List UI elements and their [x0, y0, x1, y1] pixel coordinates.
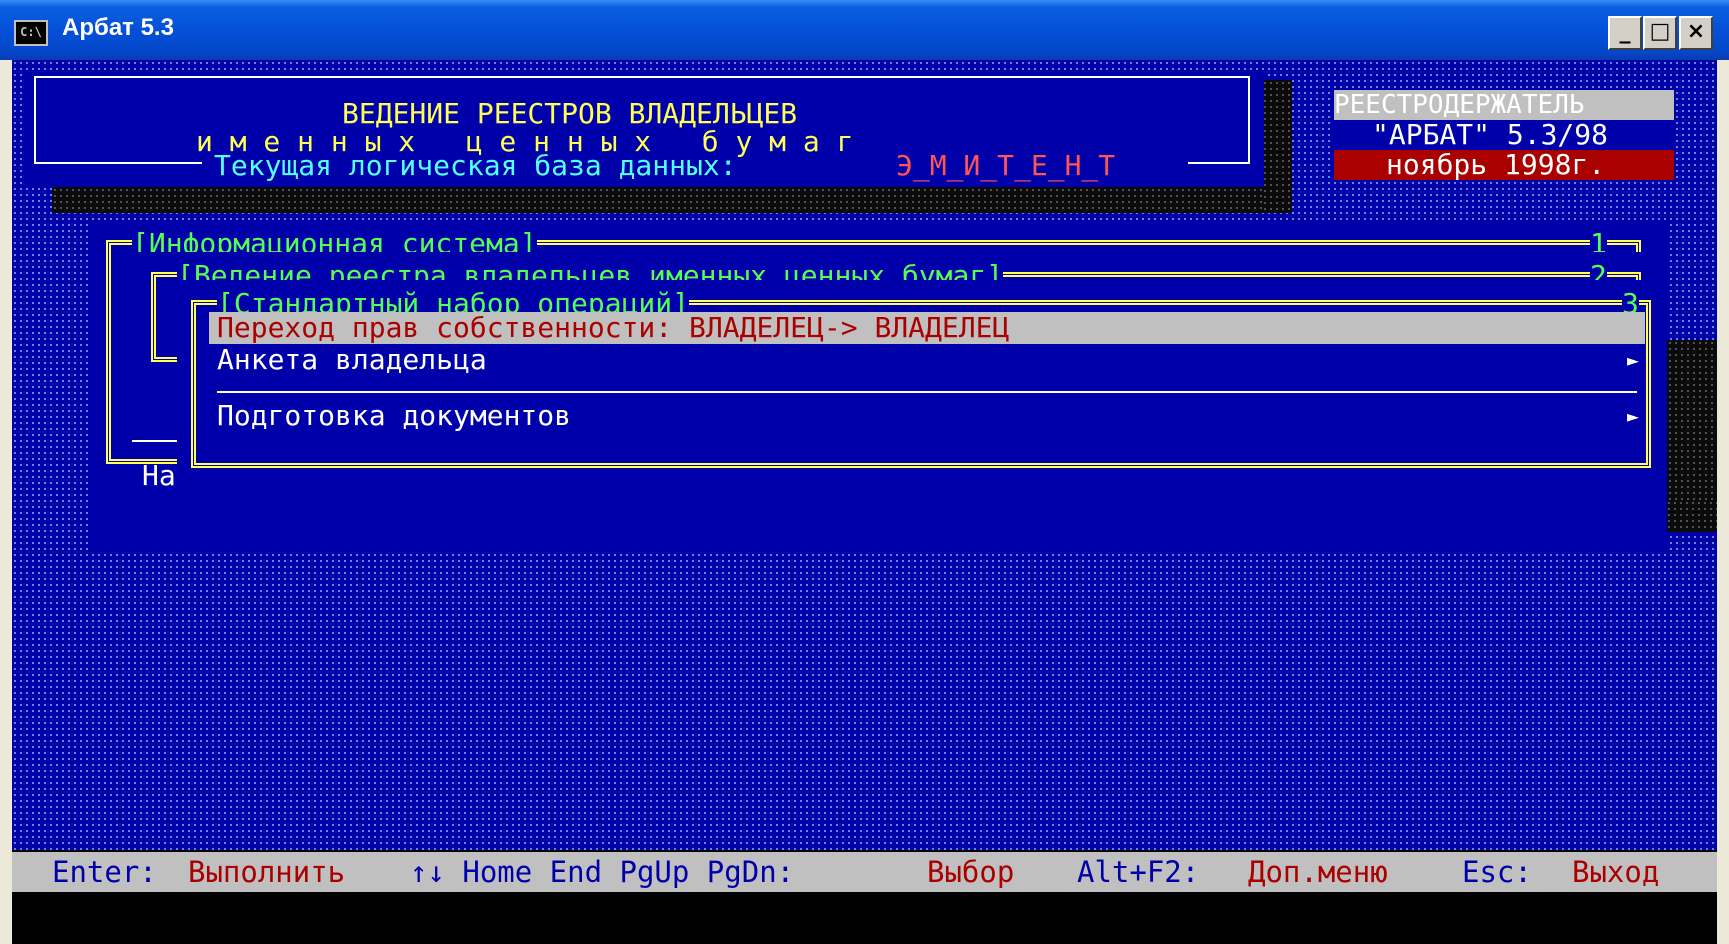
menu-item-label: Переход прав собственности: ВЛАДЕЛЕЦ-> В… [217, 311, 1010, 344]
console-area: ВЕДЕНИЕ РЕЕСТРОВ ВЛАДЕЛЬЦЕВ и м е н н ы … [12, 60, 1717, 944]
menu-shadow-right [1667, 340, 1717, 500]
status-enter-action: Выполнить [188, 855, 346, 889]
header-box: ВЕДЕНИЕ РЕЕСТРОВ ВЛАДЕЛЬЦЕВ и м е н н ы … [24, 70, 1264, 187]
badge-line2: "АРБАТ" 5.3/98 [1372, 118, 1609, 151]
badge-line3: ноябрь 1998г. [1386, 148, 1606, 181]
title-bar[interactable]: C:\ Арбат 5.3 _ □ × [0, 0, 1729, 60]
header-shadow-right [1262, 80, 1292, 213]
menu-item-owner-questionnaire[interactable]: Анкета владельца ► [209, 344, 1645, 376]
status-esc-action: Выход [1572, 855, 1660, 889]
submenu-arrow-icon: ► [1627, 348, 1640, 372]
submenu-arrow-icon: ► [1627, 404, 1640, 428]
window-title: Арбат 5.3 [62, 14, 174, 41]
status-alt-action: Доп.меню [1248, 855, 1388, 889]
menu-separator [217, 391, 1637, 393]
dos-desktop: ВЕДЕНИЕ РЕЕСТРОВ ВЛАДЕЛЬЦЕВ и м е н н ы … [12, 60, 1717, 850]
status-esc-key: Esc: [1462, 855, 1532, 889]
status-nav-action: Выбор [927, 855, 1015, 889]
console-icon[interactable]: C:\ [14, 20, 48, 46]
close-button[interactable]: × [1679, 16, 1713, 50]
badge-line1: РЕЕСТРОДЕРЖАТЕЛЬ [1334, 90, 1585, 120]
status-nav-keys: ↑↓ Home End PgUp PgDn: [410, 855, 795, 889]
status-alt-key: Alt+F2: [1077, 855, 1200, 889]
menu-item-document-preparation[interactable]: Подготовка документов ► [209, 400, 1645, 432]
menu-item-label: Подготовка документов [217, 399, 572, 432]
menu-item-label: Анкета владельца [217, 343, 487, 376]
menu-level3[interactable]: [Стандартный набор операций] 3 Переход п… [177, 280, 1667, 490]
status-enter-key: Enter: [52, 855, 157, 889]
minimize-button[interactable]: _ [1608, 16, 1642, 50]
header-shadow [52, 187, 1292, 213]
maximize-button[interactable]: □ [1643, 16, 1677, 50]
db-name: Э_М_И_Т_Е_Н_Т [896, 149, 1116, 182]
db-label: Текущая логическая база данных: [214, 149, 737, 182]
hidden-menu-fragment: На [142, 459, 176, 492]
menu-item-ownership-transfer[interactable]: Переход прав собственности: ВЛАДЕЛЕЦ-> В… [209, 312, 1645, 344]
status-bar: Enter: Выполнить ↑↓ Home End PgUp PgDn: … [12, 852, 1717, 892]
console-window: C:\ Арбат 5.3 _ □ × ВЕДЕНИЕ РЕЕСТРОВ ВЛА… [0, 0, 1729, 944]
